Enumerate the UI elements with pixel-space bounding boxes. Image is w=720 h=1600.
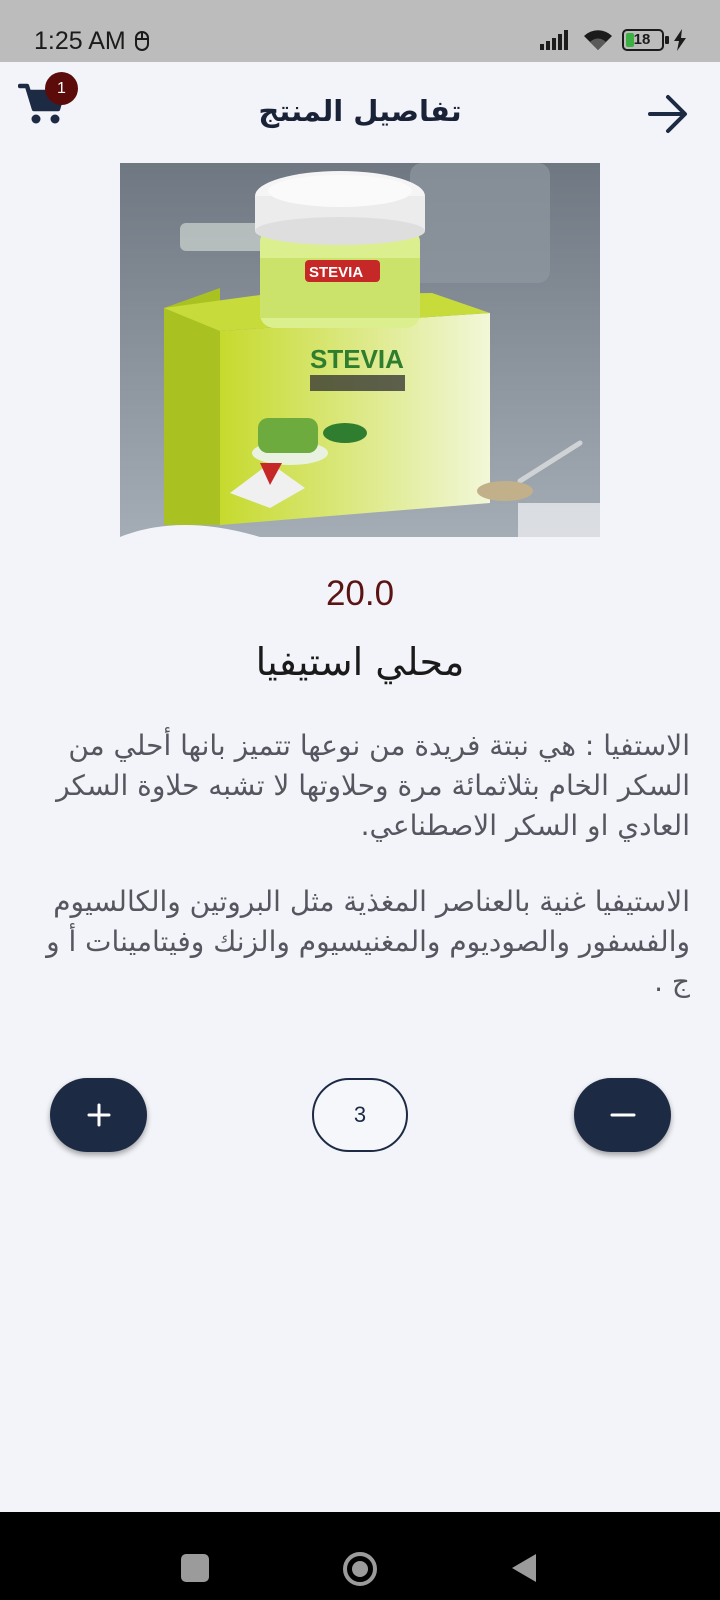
product-name: محلي استيفيا xyxy=(255,640,465,684)
signal-icon xyxy=(540,30,568,50)
battery-level: 18 xyxy=(633,31,651,48)
product-description: الاستفيا : هي نبتة فريدة من نوعها تتميز … xyxy=(56,729,690,842)
back-triangle-icon[interactable] xyxy=(510,1552,538,1584)
product-description-extra: الاستيفيا غنية بالعناصر المغذية مثل البر… xyxy=(46,885,690,998)
minus-icon xyxy=(610,1113,635,1117)
battery-icon: 18 xyxy=(622,29,670,55)
svg-text:STEVIA: STEVIA xyxy=(309,264,363,281)
quantity-value: 3 xyxy=(312,1078,408,1152)
svg-text:STEVIA: STEVIA xyxy=(310,344,404,374)
recents-icon[interactable] xyxy=(181,1554,209,1582)
status-bar: 1:25 AM 18 xyxy=(0,0,720,62)
charging-icon xyxy=(674,29,686,51)
page-title: تفاصيل المنتج xyxy=(258,94,462,128)
navigation-bar xyxy=(0,1512,720,1600)
wifi-icon xyxy=(584,30,612,50)
arrow-right-icon[interactable] xyxy=(646,92,690,136)
cart-badge: 1 xyxy=(45,72,78,105)
decrease-quantity-button[interactable] xyxy=(574,1078,671,1152)
product-image: STEVIA STEVIA xyxy=(120,163,600,537)
product-price: 20.0 xyxy=(325,574,395,613)
increase-quantity-button[interactable] xyxy=(50,1078,147,1152)
plus-icon xyxy=(87,1103,110,1127)
status-time: 1:25 AM xyxy=(34,27,126,55)
mouse-icon xyxy=(135,31,149,51)
home-icon[interactable] xyxy=(341,1550,379,1588)
